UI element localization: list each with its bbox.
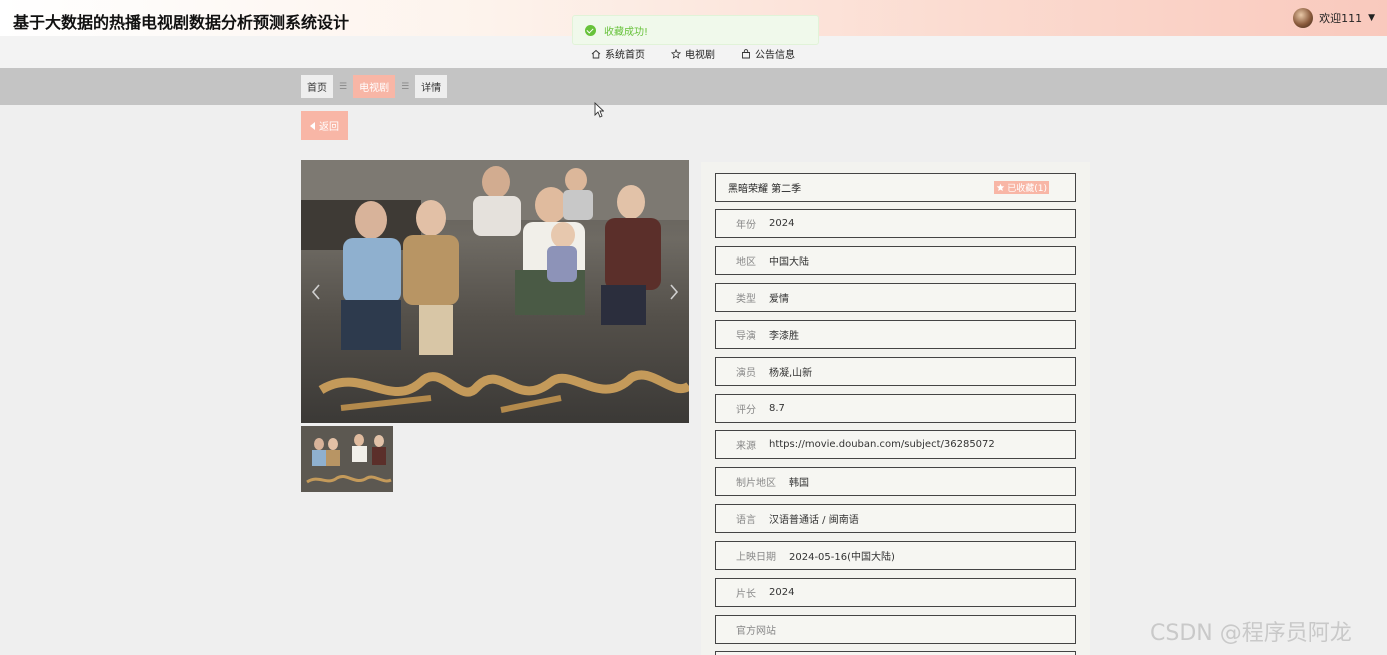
field-label: 片长 [736,589,756,600]
nav-item-label: 公告信息 [755,50,795,61]
star-icon [671,48,681,59]
thumbnail-image [301,426,393,492]
field-value: 汉语普通话 / 闽南语 [769,515,859,526]
field-label: 制片地区 [736,478,776,489]
field-label: 语言 [736,515,756,526]
field-release-date: 上映日期 2024-05-16(中国大陆) [715,541,1076,570]
chevron-down-icon[interactable]: ▼ [1368,13,1375,23]
poster-thumbnail[interactable] [301,426,393,492]
breadcrumb-detail[interactable]: 详情 [415,75,448,98]
field-region: 地区 中国大陆 [715,246,1076,275]
field-language: 语言 汉语普通话 / 闽南语 [715,504,1076,533]
source-link[interactable]: https://movie.douban.com/subject/3628507… [769,439,995,450]
favorite-button[interactable]: 已收藏(1) [994,181,1049,194]
star-icon [996,183,1005,192]
field-value: 8.7 [769,403,785,414]
field-label: 年份 [736,220,756,231]
favorite-label: 已收藏(1) [1007,184,1047,194]
breadcrumb-separator: ☰ [339,81,348,92]
caret-left-icon [310,121,315,130]
avatar[interactable] [1293,8,1314,28]
breadcrumb-separator: ☰ [401,81,410,92]
field-production-region: 制片地区 韩国 [715,467,1076,496]
title-row: 黑暗荣耀 第二季 已收藏(1) [715,173,1076,202]
chevron-right-icon[interactable] [667,282,681,302]
field-label: 导演 [736,331,756,342]
field-label: 来源 [736,441,756,452]
toast-message: 收藏成功! [604,26,649,38]
field-value: 韩国 [789,478,809,489]
poster-carousel[interactable] [301,160,689,423]
field-actors: 演员 杨凝,山新 [715,357,1076,386]
field-value: 中国大陆 [769,257,809,268]
field-value: 2024-05-16(中国大陆) [789,552,895,563]
field-year: 年份 2024 [715,209,1076,238]
field-value: 2024 [769,218,795,229]
breadcrumb-band [0,68,1387,105]
welcome-text[interactable]: 欢迎111 [1319,10,1362,26]
field-next-partial [715,651,1076,655]
field-label: 官方网站 [736,626,776,637]
home-icon [591,49,601,58]
field-duration: 片长 2024 [715,578,1076,607]
field-genre: 类型 爱情 [715,283,1076,312]
breadcrumb: 首页 ☰ 电视剧 ☰ 详情 [301,75,448,98]
field-value: 杨凝,山新 [769,368,813,379]
field-director: 导演 李漆胜 [715,320,1076,349]
field-value: 爱情 [769,294,789,305]
field-rating: 评分 8.7 [715,394,1076,423]
user-menu[interactable]: 欢迎111 ▼ [1293,8,1375,28]
field-label: 上映日期 [736,552,776,563]
check-circle-icon [585,24,596,36]
field-value: 2024 [769,587,795,598]
field-label: 评分 [736,405,756,416]
nav-item-tv[interactable]: 电视剧 [671,46,715,61]
poster-image [301,160,689,413]
nav-item-home[interactable]: 系统首页 [591,46,645,61]
field-label: 类型 [736,294,756,305]
field-label: 地区 [736,257,756,268]
bag-icon [742,48,750,58]
field-official-site: 官方网站 [715,615,1076,644]
nav-item-label: 系统首页 [605,50,645,61]
back-button[interactable]: 返回 [301,111,348,140]
breadcrumb-tv[interactable]: 电视剧 [353,75,396,98]
drama-title: 黑暗荣耀 第二季 [728,184,802,195]
watermark: CSDN @程序员阿龙 [1150,621,1352,646]
mouse-cursor-icon [594,102,604,118]
back-button-label: 返回 [319,122,339,133]
field-value: 李漆胜 [769,331,799,342]
nav-item-label: 电视剧 [685,50,715,61]
success-toast: 收藏成功! [572,15,819,45]
main-nav: 系统首页 电视剧 公告信息 [591,46,795,61]
field-source: 来源 https://movie.douban.com/subject/3628… [715,430,1076,459]
app-title: 基于大数据的热播电视剧数据分析预测系统设计 [13,13,350,32]
field-label: 演员 [736,368,756,379]
nav-item-notice[interactable]: 公告信息 [741,46,795,61]
chevron-left-icon[interactable] [309,282,323,302]
breadcrumb-home[interactable]: 首页 [301,75,333,98]
